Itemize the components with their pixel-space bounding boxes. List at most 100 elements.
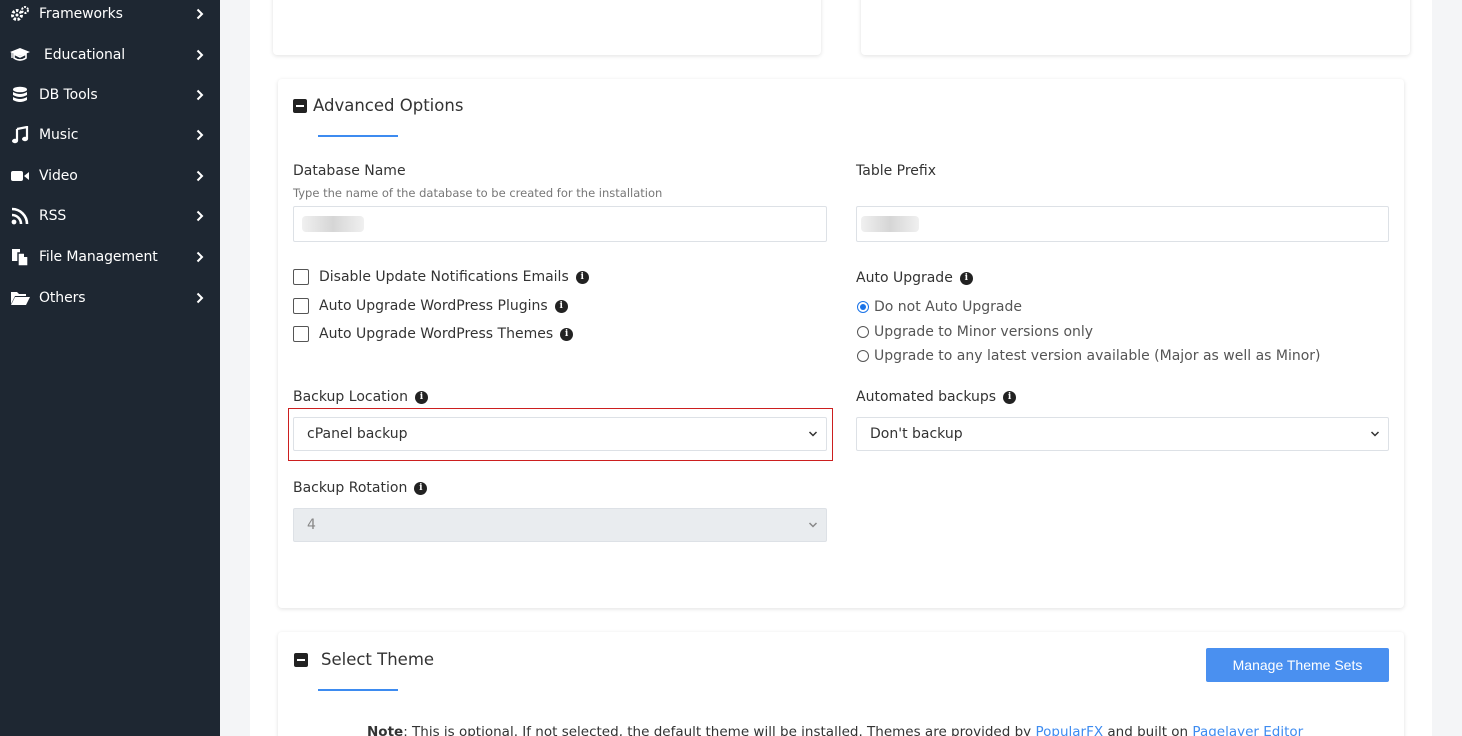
- sidebar-item-label: Music: [39, 127, 79, 143]
- section-title: Select Theme: [321, 650, 435, 669]
- sidebar-item-video[interactable]: Video: [0, 156, 220, 196]
- checkbox[interactable]: [293, 298, 309, 314]
- disable-update-notifications-checkbox[interactable]: Disable Update Notifications Emails i: [293, 269, 589, 285]
- info-icon[interactable]: i: [414, 390, 428, 404]
- chevron-right-icon: [194, 49, 206, 61]
- graduation-cap-icon: [9, 45, 31, 65]
- table-prefix-input[interactable]: [856, 206, 1389, 242]
- automated-backups-select[interactable]: Don't backup: [856, 417, 1389, 451]
- chevron-down-icon: [1370, 431, 1380, 437]
- manage-theme-sets-button[interactable]: Manage Theme Sets: [1206, 648, 1389, 682]
- radio-label: Upgrade to Minor versions only: [874, 324, 1094, 340]
- backup-location-label-text: Backup Location: [293, 389, 408, 405]
- automated-backups-label: Automated backups i: [856, 389, 1017, 405]
- auto-upgrade-plugins-checkbox[interactable]: Auto Upgrade WordPress Plugins i: [293, 298, 568, 314]
- sidebar-item-label: File Management: [39, 249, 158, 265]
- section-underline: [318, 689, 398, 691]
- redacted-value: [302, 216, 364, 232]
- database-name-input[interactable]: [293, 206, 827, 242]
- note-label: Note: [367, 724, 404, 736]
- backup-rotation-label-text: Backup Rotation: [293, 480, 408, 496]
- top-card-right: [861, 0, 1410, 55]
- chevron-down-icon: [808, 431, 818, 437]
- popularfx-link[interactable]: PopularFX: [1035, 724, 1103, 736]
- checkbox[interactable]: [293, 326, 309, 342]
- radio-button[interactable]: [857, 326, 869, 338]
- section-underline: [318, 135, 398, 137]
- checkbox-label: Auto Upgrade WordPress Themes: [319, 326, 554, 342]
- select-theme-header[interactable]: Select Theme: [294, 650, 434, 669]
- top-card-left: [273, 0, 821, 55]
- sidebar: Frameworks Educational DB Tools Music Vi…: [0, 0, 220, 736]
- info-icon[interactable]: i: [414, 481, 428, 495]
- database-icon: [9, 85, 31, 105]
- info-icon[interactable]: i: [560, 327, 574, 341]
- sidebar-item-music[interactable]: Music: [0, 115, 220, 155]
- radio-button[interactable]: [857, 350, 869, 362]
- sidebar-item-label: Educational: [44, 47, 126, 63]
- sidebar-item-label: Frameworks: [39, 6, 123, 22]
- backup-rotation-label: Backup Rotation i: [293, 480, 428, 496]
- files-icon: [9, 247, 31, 267]
- sidebar-item-label: Others: [39, 290, 86, 306]
- radio-label: Do not Auto Upgrade: [874, 299, 1022, 315]
- sidebar-item-rss[interactable]: RSS: [0, 196, 220, 236]
- chevron-right-icon: [194, 292, 206, 304]
- pagelayer-link[interactable]: Pagelayer Editor: [1192, 724, 1303, 736]
- auto-upgrade-label-text: Auto Upgrade: [856, 270, 953, 286]
- radio-no-auto-upgrade[interactable]: Do not Auto Upgrade: [857, 299, 1022, 315]
- radio-button[interactable]: [857, 301, 869, 313]
- chevron-right-icon: [194, 8, 206, 20]
- info-icon[interactable]: i: [554, 299, 568, 313]
- section-title: Advanced Options: [313, 96, 464, 115]
- select-value: cPanel backup: [307, 426, 408, 442]
- sidebar-item-frameworks[interactable]: Frameworks: [0, 0, 220, 34]
- select-value: Don't backup: [870, 426, 963, 442]
- sidebar-item-file-management[interactable]: File Management: [0, 237, 220, 277]
- checkbox[interactable]: [293, 269, 309, 285]
- automated-backups-label-text: Automated backups: [856, 389, 997, 405]
- advanced-options-header[interactable]: Advanced Options: [293, 96, 463, 115]
- auto-upgrade-themes-checkbox[interactable]: Auto Upgrade WordPress Themes i: [293, 326, 574, 342]
- auto-upgrade-label: Auto Upgrade i: [856, 270, 973, 286]
- backup-location-label: Backup Location i: [293, 389, 428, 405]
- radio-latest-version[interactable]: Upgrade to any latest version available …: [857, 348, 1321, 364]
- music-icon: [9, 125, 31, 145]
- info-icon[interactable]: i: [959, 271, 973, 285]
- theme-note: Note: This is optional. If not selected,…: [367, 724, 1303, 736]
- database-name-label: Database Name: [293, 163, 406, 179]
- note-text: and built on: [1103, 724, 1193, 736]
- gears-icon: [9, 4, 31, 24]
- page-gutter: [1432, 0, 1462, 736]
- chevron-right-icon: [194, 129, 206, 141]
- sidebar-item-label: RSS: [39, 208, 67, 224]
- info-icon[interactable]: i: [1003, 390, 1017, 404]
- radio-label: Upgrade to any latest version available …: [874, 348, 1321, 364]
- chevron-right-icon: [194, 210, 206, 222]
- sidebar-item-others[interactable]: Others: [0, 278, 220, 318]
- select-value: 4: [307, 517, 316, 533]
- collapse-icon[interactable]: [293, 98, 307, 113]
- chevron-right-icon: [194, 251, 206, 263]
- sidebar-item-label: DB Tools: [39, 87, 98, 103]
- table-prefix-label: Table Prefix: [856, 163, 937, 179]
- checkbox-label: Disable Update Notifications Emails: [319, 269, 569, 285]
- backup-location-select[interactable]: cPanel backup: [293, 417, 827, 451]
- chevron-down-icon: [808, 522, 818, 528]
- video-camera-icon: [9, 166, 31, 186]
- sidebar-item-db-tools[interactable]: DB Tools: [0, 75, 220, 115]
- collapse-icon[interactable]: [294, 652, 308, 667]
- chevron-right-icon: [194, 89, 206, 101]
- info-icon[interactable]: i: [575, 270, 589, 284]
- rss-icon: [9, 206, 31, 226]
- radio-minor-versions[interactable]: Upgrade to Minor versions only: [857, 324, 1093, 340]
- sidebar-item-label: Video: [39, 168, 78, 184]
- redacted-value: [861, 216, 919, 232]
- database-name-help: Type the name of the database to be crea…: [293, 186, 663, 200]
- note-text: : This is optional. If not selected, the…: [403, 724, 1036, 736]
- sidebar-item-educational[interactable]: Educational: [0, 35, 220, 75]
- backup-rotation-select[interactable]: 4: [293, 508, 827, 542]
- folder-open-icon: [9, 288, 31, 308]
- checkbox-label: Auto Upgrade WordPress Plugins: [319, 298, 548, 314]
- chevron-right-icon: [194, 170, 206, 182]
